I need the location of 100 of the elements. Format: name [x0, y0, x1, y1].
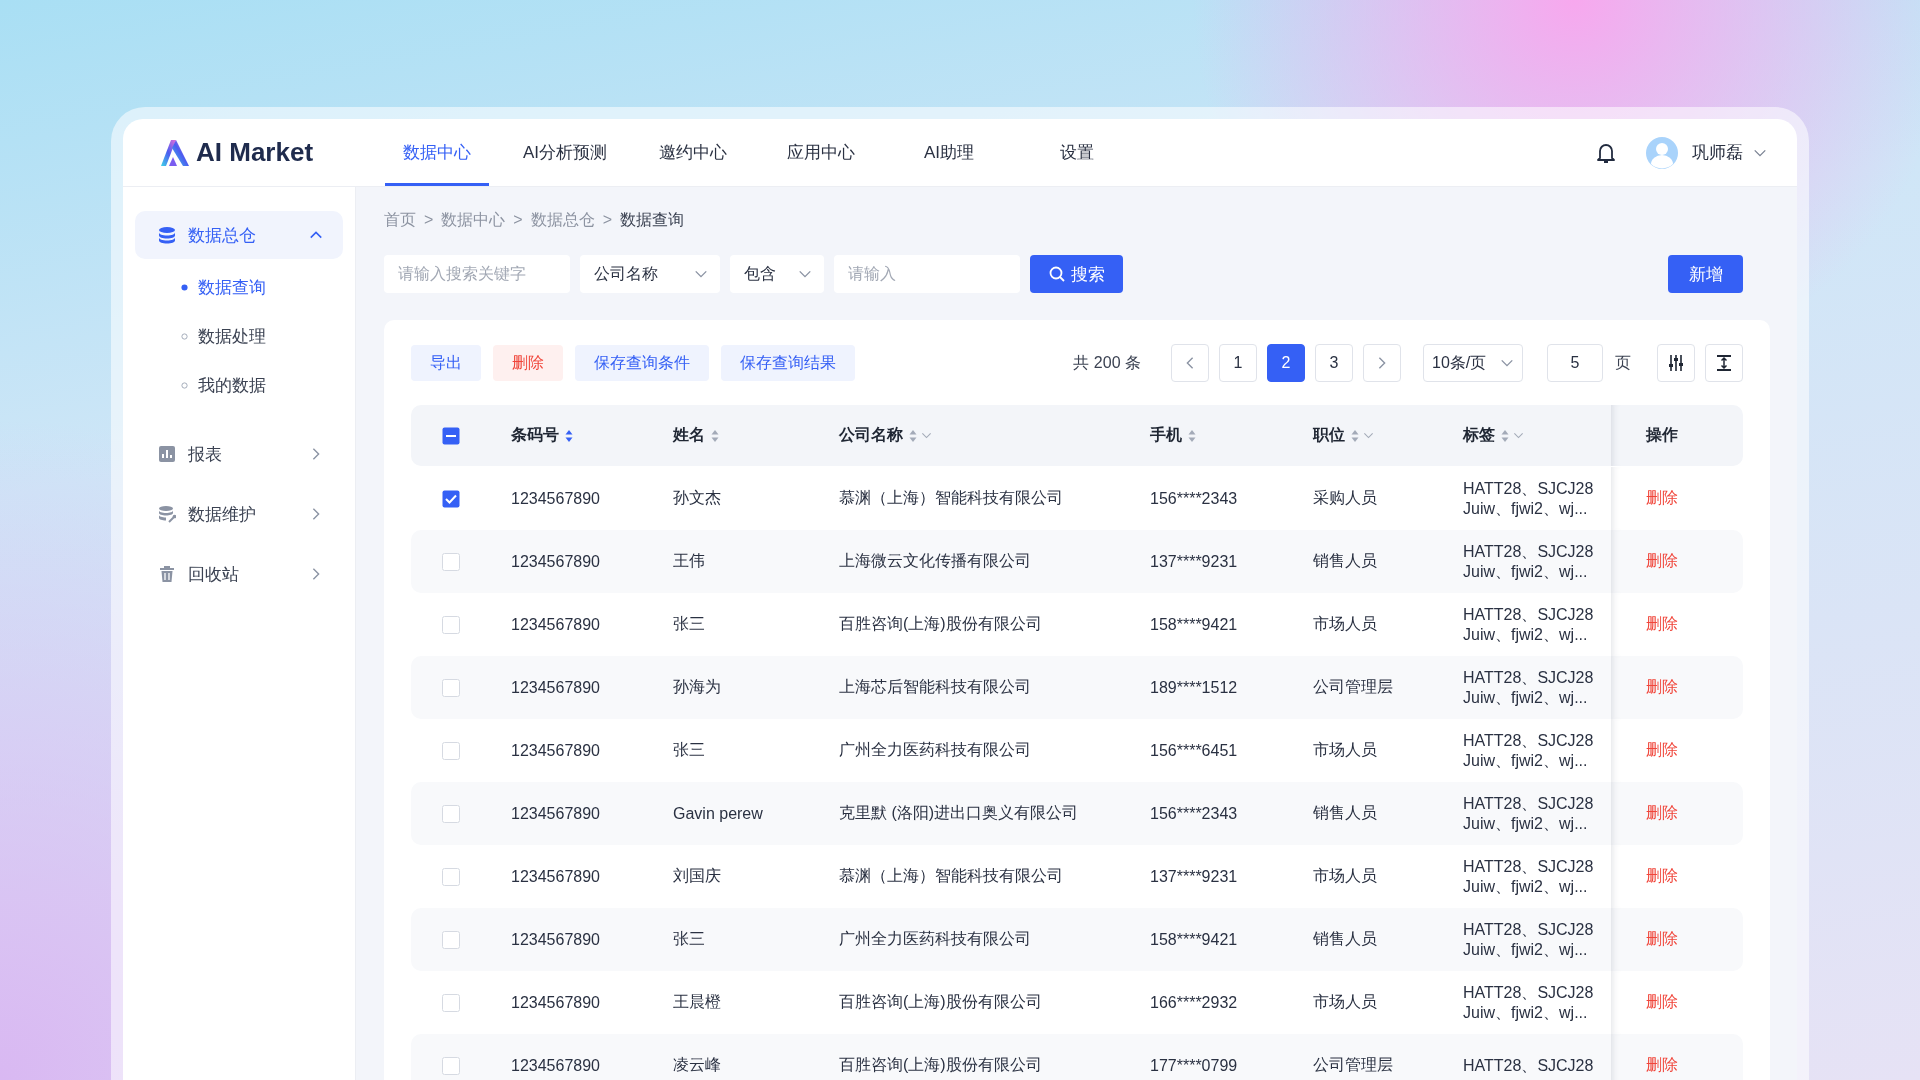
action-button[interactable]: 保存查询条件	[575, 345, 709, 381]
table-cell: 189****1512	[1150, 678, 1238, 697]
column-header[interactable]: 姓名	[673, 425, 719, 446]
page-button[interactable]: 2	[1267, 344, 1305, 382]
tag-text: HATT28、SJCJ28	[1463, 919, 1594, 940]
sidebar-subitem[interactable]: 我的数据	[135, 361, 343, 410]
chevron-down-icon[interactable]	[921, 430, 932, 441]
table-cell: 1234567890	[511, 1056, 600, 1075]
checkbox[interactable]	[442, 1056, 460, 1075]
chevron-down-icon[interactable]	[1513, 430, 1524, 441]
delete-link[interactable]: 删除	[1646, 929, 1678, 950]
sidebar-item[interactable]: 报表	[135, 430, 343, 478]
total-count: 共 200 条	[1073, 352, 1141, 373]
delete-link[interactable]: 删除	[1646, 677, 1678, 698]
field-select[interactable]: 公司名称	[580, 255, 720, 293]
table-cell-text: 百胜咨询(上海)股份有限公司	[839, 1055, 1042, 1075]
delete-link[interactable]: 删除	[1646, 551, 1678, 572]
sort-icon[interactable]	[711, 429, 719, 442]
checkbox[interactable]	[442, 552, 460, 571]
add-button[interactable]: 新增	[1668, 255, 1743, 293]
database-icon	[158, 226, 176, 244]
bullet-icon	[181, 284, 188, 291]
table-cell-text: 销售人员	[1313, 929, 1377, 949]
checkbox[interactable]	[442, 615, 460, 634]
table-cell: 1234567890	[511, 804, 600, 823]
table-cell-text: 广州全力医药科技有限公司	[839, 929, 1031, 949]
sort-icon[interactable]	[565, 429, 573, 442]
previous-page-button[interactable]	[1171, 344, 1209, 382]
table-cell: 1234567890	[511, 993, 600, 1012]
tag-text: HATT28、SJCJ28	[1463, 982, 1594, 1003]
chevron-down-icon[interactable]	[1363, 430, 1374, 441]
checkbox[interactable]	[442, 489, 460, 508]
table-cell-text: 百胜咨询(上海)股份有限公司	[839, 614, 1042, 634]
table-cell: 156****2343	[1150, 489, 1238, 508]
nav-tab[interactable]: 邀约中心	[641, 119, 745, 186]
notification-bell-icon[interactable]	[1596, 141, 1616, 164]
table-cell-text: 市场人员	[1313, 740, 1377, 760]
checkbox[interactable]	[442, 426, 460, 445]
sort-icon[interactable]	[1188, 429, 1196, 442]
sidebar-item[interactable]: 数据维护	[135, 490, 343, 538]
checkbox[interactable]	[442, 930, 460, 949]
action-button[interactable]: 保存查询结果	[721, 345, 855, 381]
checkbox[interactable]	[442, 741, 460, 760]
nav-tab[interactable]: AI助理	[897, 119, 1001, 186]
table-cell: 1234567890	[511, 489, 600, 508]
nav-tab[interactable]: 应用中心	[769, 119, 873, 186]
column-header[interactable]: 手机	[1150, 425, 1196, 446]
tag-text: HATT28、SJCJ28	[1463, 541, 1594, 562]
column-header[interactable]: 条码号	[511, 425, 573, 446]
checkbox[interactable]	[442, 867, 460, 886]
page-size-select[interactable]: 10条/页	[1423, 344, 1523, 382]
delete-link[interactable]: 删除	[1646, 992, 1678, 1013]
search-button[interactable]: 搜索	[1030, 255, 1123, 293]
avatar-icon[interactable]	[1646, 136, 1678, 169]
checkbox[interactable]	[442, 993, 460, 1012]
sidebar-subitem[interactable]: 数据查询	[135, 263, 343, 312]
table-cell-text: 百胜咨询(上海)股份有限公司	[839, 992, 1042, 1012]
table-cell-text: 刘国庆	[673, 866, 721, 886]
next-page-button[interactable]	[1363, 344, 1401, 382]
column-header: 操作	[1646, 425, 1678, 445]
sort-icon[interactable]	[909, 429, 917, 442]
delete-link[interactable]: 删除	[1646, 740, 1678, 761]
sidebar-item[interactable]: 数据总仓	[135, 211, 343, 259]
column-settings-button[interactable]	[1657, 344, 1695, 382]
tag-text: Juiw、fjwi2、wj...	[1463, 876, 1588, 897]
delete-link[interactable]: 删除	[1646, 614, 1678, 635]
column-header[interactable]: 标签	[1463, 425, 1524, 446]
delete-link[interactable]: 删除	[1646, 488, 1678, 509]
action-button[interactable]: 导出	[411, 345, 481, 381]
row-height-button[interactable]	[1705, 344, 1743, 382]
page-label: 页	[1615, 352, 1631, 373]
table-cell: 166****2932	[1150, 993, 1238, 1012]
sort-icon[interactable]	[1501, 429, 1509, 442]
value-input-field[interactable]: 请输入	[834, 255, 1020, 293]
page-button[interactable]: 3	[1315, 344, 1353, 382]
tag-text: Juiw、fjwi2、wj...	[1463, 561, 1588, 582]
tag-text: HATT28、SJCJ28	[1463, 478, 1594, 499]
page-button[interactable]: 1	[1219, 344, 1257, 382]
keyword-search-field[interactable]: 请输入搜索关键字	[384, 255, 570, 293]
column-header[interactable]: 职位	[1313, 425, 1374, 446]
table-cell: 156****6451	[1150, 741, 1238, 760]
sidebar-subitem[interactable]: 数据处理	[135, 312, 343, 361]
table-cell: 158****9421	[1150, 615, 1238, 634]
checkbox[interactable]	[442, 678, 460, 697]
table-cell: 1234567890	[511, 930, 600, 949]
delete-link[interactable]: 删除	[1646, 1055, 1678, 1076]
checkbox[interactable]	[442, 804, 460, 823]
delete-link[interactable]: 删除	[1646, 866, 1678, 887]
sort-icon[interactable]	[1351, 429, 1359, 442]
page-jump-field[interactable]: 5	[1547, 344, 1603, 382]
user-name[interactable]: 巩师磊	[1692, 141, 1743, 164]
delete-link[interactable]: 删除	[1646, 803, 1678, 824]
table-cell: 137****9231	[1150, 867, 1238, 886]
table-cell-text: 市场人员	[1313, 866, 1377, 886]
sidebar-item[interactable]: 回收站	[135, 550, 343, 598]
operator-select[interactable]: 包含	[730, 255, 824, 293]
column-header[interactable]: 公司名称	[839, 425, 932, 446]
nav-tab[interactable]: AI分析预测	[513, 119, 617, 186]
tag-text: HATT28、SJCJ28	[1463, 667, 1594, 688]
nav-tab[interactable]: 设置	[1025, 119, 1129, 186]
